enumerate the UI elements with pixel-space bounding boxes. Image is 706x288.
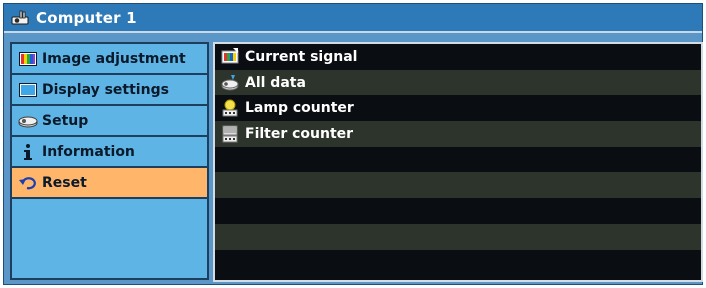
osd-window: Computer 1 Image adjustment Display sett… — [3, 3, 703, 285]
projector-setup-icon — [18, 113, 38, 129]
lamp-counter-icon — [221, 99, 239, 117]
sidebar-item-label: Information — [42, 143, 135, 160]
title-bar: Computer 1 — [4, 4, 702, 33]
screen-icon — [18, 82, 38, 98]
sidebar-item-reset[interactable]: Reset — [12, 168, 207, 199]
signal-icon — [221, 47, 239, 66]
undo-icon — [18, 175, 38, 191]
filter-counter-icon — [221, 125, 239, 143]
list-item-label: All data — [245, 74, 306, 91]
empty-row — [215, 172, 701, 199]
all-data-icon — [221, 74, 239, 92]
sidebar-item-label: Display settings — [42, 81, 169, 98]
sidebar-menu: Image adjustment Display settings Setup — [10, 42, 209, 280]
list-item-label: Current signal — [245, 48, 358, 65]
sidebar-item-label: Image adjustment — [42, 50, 186, 67]
sidebar-item-label: Reset — [42, 174, 87, 191]
sidebar-item-label: Setup — [42, 112, 89, 129]
list-item-label: Filter counter — [245, 125, 354, 142]
empty-row — [215, 198, 701, 224]
sidebar-item-display-settings[interactable]: Display settings — [12, 75, 207, 106]
sidebar-item-image-adjustment[interactable]: Image adjustment — [12, 44, 207, 75]
sidebar-item-information[interactable]: Information — [12, 137, 207, 168]
sidebar-item-setup[interactable]: Setup — [12, 106, 207, 137]
list-item-label: Lamp counter — [245, 100, 354, 117]
info-icon — [18, 143, 38, 160]
palette-icon — [18, 51, 38, 67]
list-item-filter-counter[interactable]: Filter counter — [215, 121, 701, 147]
empty-row — [215, 223, 701, 250]
projector-icon — [11, 10, 29, 24]
reset-options-list: Current signal All data Lamp counter Fil… — [213, 42, 703, 282]
list-item-all-data[interactable]: All data — [215, 69, 701, 96]
empty-row — [215, 147, 701, 173]
list-item-lamp-counter[interactable]: Lamp counter — [215, 95, 701, 121]
list-item-current-signal[interactable]: Current signal — [215, 44, 701, 70]
window-title: Computer 1 — [36, 8, 137, 27]
empty-row — [215, 250, 701, 276]
